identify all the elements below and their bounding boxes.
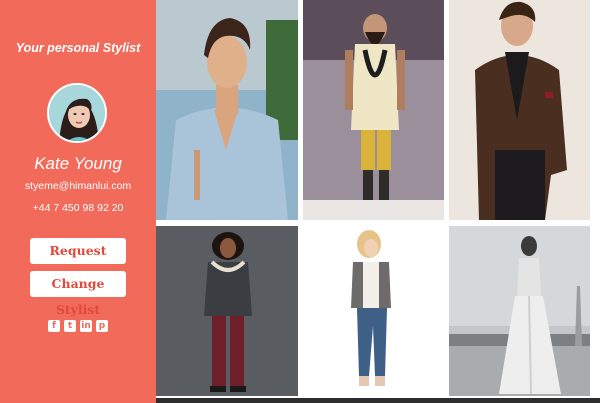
social-links: f t in p	[0, 320, 156, 332]
stylist-email[interactable]: styeme@himanlui.com	[0, 180, 156, 192]
stylist-name: Kate Young	[34, 154, 122, 173]
stylist-avatar	[47, 83, 107, 143]
photo-man-brown-blazer[interactable]	[449, 0, 590, 220]
change-stylist-button[interactable]: Change Stylist	[30, 271, 126, 317]
request-button[interactable]: Request	[30, 238, 126, 264]
pinterest-icon[interactable]: p	[96, 320, 108, 332]
linkedin-icon[interactable]: in	[80, 320, 92, 332]
stylist-sidebar: Your personal Stylist Kate Young styeme@…	[0, 0, 156, 403]
photo-man-denim-shirt[interactable]	[156, 0, 298, 220]
photo-gallery	[156, 0, 600, 403]
photo-woman-jeans-fur-vest[interactable]	[303, 226, 444, 396]
photo-woman-bw-gown[interactable]	[449, 226, 590, 396]
stylist-phone[interactable]: +44 7 450 98 92 20	[0, 202, 156, 214]
twitter-icon[interactable]: t	[64, 320, 76, 332]
photo-woman-sweater-printed-pants[interactable]	[156, 226, 298, 396]
right-margin	[591, 0, 600, 398]
sidebar-tagline: Your personal Stylist	[15, 41, 141, 55]
bottom-bar	[156, 398, 600, 403]
photo-runway-bearded-man[interactable]	[303, 0, 444, 220]
facebook-icon[interactable]: f	[48, 320, 60, 332]
